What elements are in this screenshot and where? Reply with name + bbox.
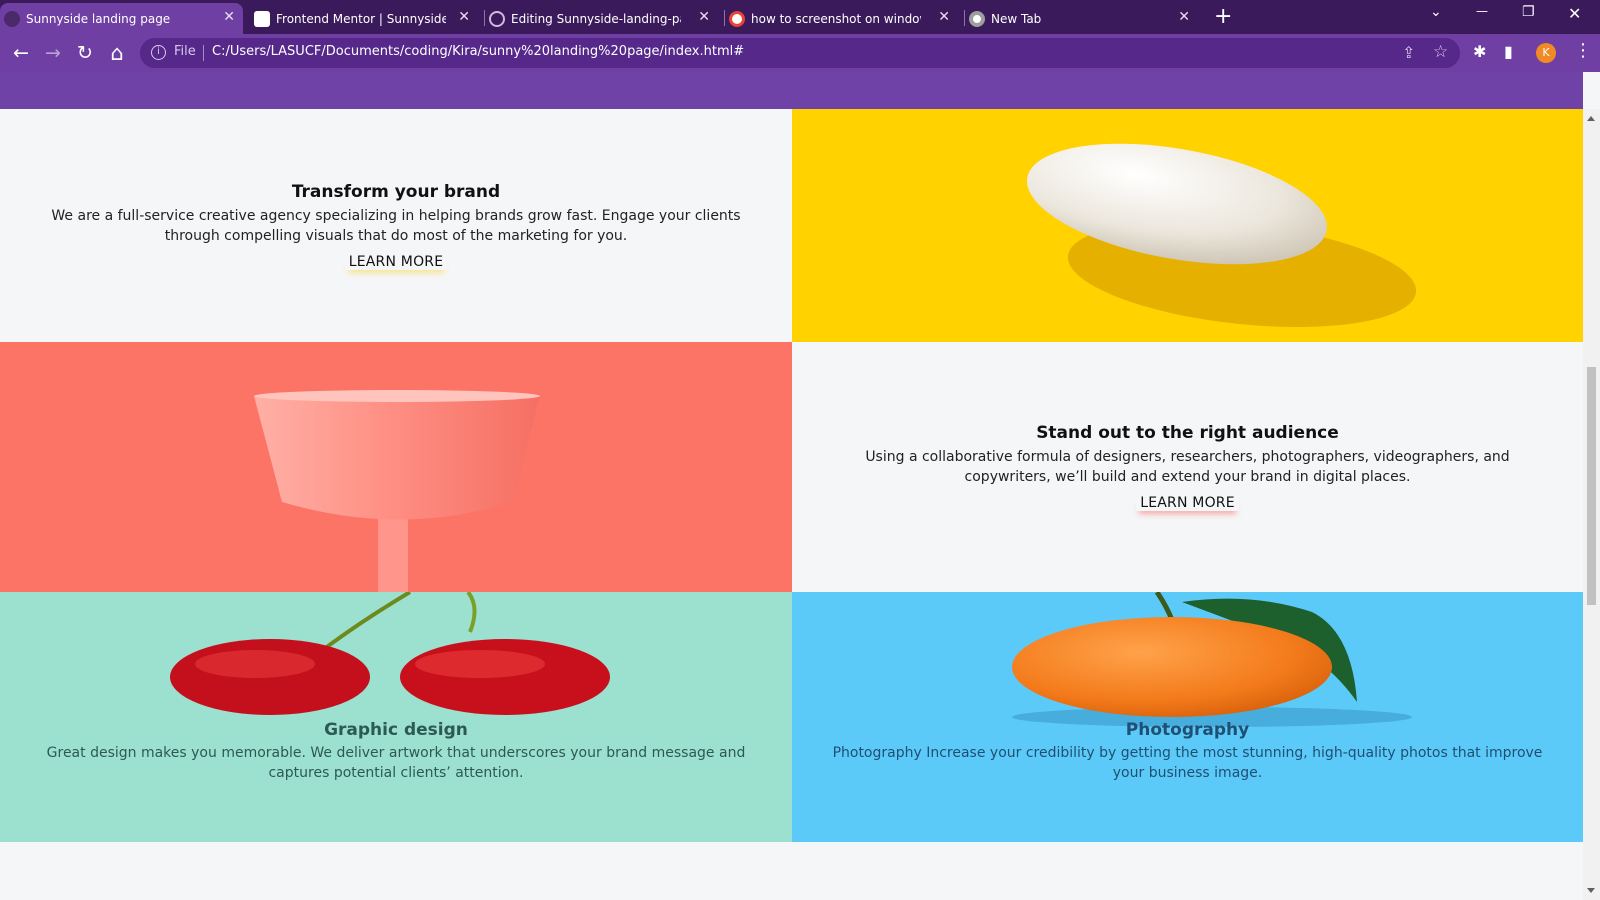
restore-icon[interactable]: ❐ <box>1522 4 1535 20</box>
forward-icon[interactable]: → <box>41 41 65 65</box>
scroll-down-arrow-icon[interactable] <box>1587 888 1595 893</box>
globe-icon <box>4 11 20 27</box>
standout-heading: Stand out to the right audience <box>1036 423 1339 443</box>
standout-body: Using a collaborative formula of designe… <box>865 449 1510 485</box>
transform-body: We are a full-service creative agency sp… <box>51 207 741 244</box>
orange-illustration <box>1012 592 1412 727</box>
browser-toolbar: ← → ↻ ⌂ i File C:/Users/LASUCF/Documents… <box>0 34 1600 72</box>
address-bar[interactable]: i File C:/Users/LASUCF/Documents/coding/… <box>140 38 1460 68</box>
window-close-icon[interactable]: ✕ <box>1568 4 1581 23</box>
site-info-icon[interactable]: i <box>151 45 166 60</box>
frontend-mentor-icon <box>254 11 270 27</box>
tab-sunnyside-landing-page[interactable]: Sunnyside landing page ✕ <box>0 3 243 34</box>
vertical-scrollbar[interactable] <box>1583 109 1600 900</box>
tab-close-icon[interactable]: ✕ <box>1178 9 1190 25</box>
extensions-icon[interactable]: ✱ <box>1473 42 1486 61</box>
transform-section: Transform your brand We are a full-servi… <box>0 109 792 342</box>
google-icon <box>729 11 745 27</box>
scrollbar-thumb[interactable] <box>1587 367 1596 605</box>
graphic-design-body: Great design makes you memorable. We del… <box>46 745 746 781</box>
egg-image <box>792 109 1583 342</box>
tab-close-icon[interactable]: ✕ <box>698 9 710 25</box>
graphic-design-card: Graphic design Great design makes you me… <box>0 592 792 842</box>
photography-text: Photography Photography Increase your cr… <box>792 720 1583 783</box>
tab-google-search[interactable]: how to screenshot on windows ✕ <box>725 3 958 34</box>
transform-learn-more-link[interactable]: LEARN MORE <box>345 254 448 270</box>
cherry-illustration <box>170 592 610 715</box>
chrome-icon <box>969 11 985 27</box>
github-icon <box>489 11 505 27</box>
photography-heading: Photography <box>1125 720 1250 740</box>
tab-new-tab[interactable]: New Tab ✕ <box>965 3 1198 34</box>
cup-illustration <box>254 390 540 592</box>
scheme-label: File <box>174 44 196 59</box>
home-icon[interactable]: ⌂ <box>105 41 129 65</box>
egg-illustration <box>1027 143 1417 327</box>
new-tab-button[interactable]: + <box>1214 4 1232 29</box>
back-icon[interactable]: ← <box>9 41 33 65</box>
transform-heading: Transform your brand <box>291 181 501 202</box>
photography-body: Photography Increase your credibility by… <box>832 745 1543 781</box>
side-panel-icon[interactable]: ▮ <box>1504 42 1513 61</box>
standout-section: Stand out to the right audience Using a … <box>792 342 1583 592</box>
browser-tab-strip: Sunnyside landing page ✕ Frontend Mentor… <box>0 0 1600 34</box>
bookmark-star-icon[interactable]: ☆ <box>1433 42 1448 62</box>
profile-avatar[interactable]: K <box>1536 43 1556 63</box>
graphic-design-heading: Graphic design <box>324 720 468 740</box>
omnibox-separator <box>203 45 204 61</box>
photography-card: Photography Photography Increase your cr… <box>792 592 1583 842</box>
minimize-icon[interactable]: — <box>1476 4 1488 18</box>
graphic-design-text: Graphic design Great design makes you me… <box>0 720 792 783</box>
tab-search-icon[interactable]: ⌄ <box>1430 4 1442 20</box>
cup-image <box>0 342 792 592</box>
reload-icon[interactable]: ↻ <box>73 41 97 65</box>
tab-close-icon[interactable]: ✕ <box>458 9 470 25</box>
menu-icon[interactable]: ⋮ <box>1574 40 1592 61</box>
tab-frontend-mentor[interactable]: Frontend Mentor | Sunnyside ag ✕ <box>250 3 478 34</box>
scroll-up-arrow-icon[interactable] <box>1587 116 1595 121</box>
tab-close-icon[interactable]: ✕ <box>938 9 950 25</box>
page-viewport: Transform your brand We are a full-servi… <box>0 72 1600 900</box>
tab-github-editing[interactable]: Editing Sunnyside-landing-page ✕ <box>485 3 718 34</box>
url-text[interactable]: C:/Users/LASUCF/Documents/coding/Kira/su… <box>212 44 744 59</box>
header-band <box>0 72 1583 109</box>
tab-close-icon[interactable]: ✕ <box>223 9 235 25</box>
standout-learn-more-link[interactable]: LEARN MORE <box>1136 495 1239 511</box>
share-icon[interactable]: ⇪ <box>1402 43 1415 62</box>
